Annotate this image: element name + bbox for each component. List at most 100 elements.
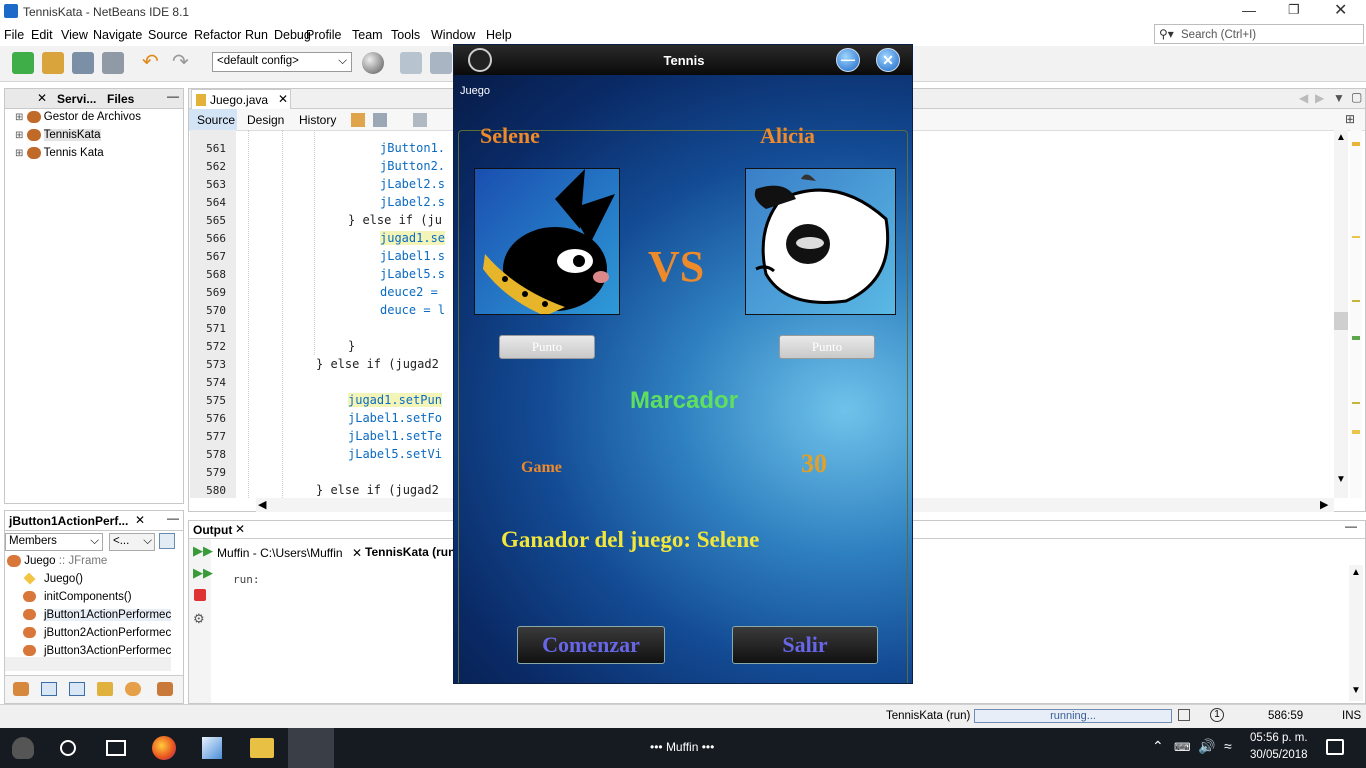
menu-source[interactable]: Source (148, 28, 188, 42)
undo-icon[interactable]: ↶ (142, 52, 164, 74)
scroll-down-icon[interactable]: ▼ (1336, 474, 1346, 485)
menu-refactor[interactable]: Refactor (194, 28, 241, 42)
nonpublic-filter-icon[interactable] (69, 682, 85, 696)
tree-item-gestor[interactable]: ⊞ Gestor de Archivos (15, 111, 141, 129)
save-all-icon[interactable] (102, 52, 124, 74)
tree-item-tenniskata[interactable]: ⊞ TennisKata (15, 129, 101, 147)
cube-app-icon[interactable] (202, 737, 222, 759)
start-button[interactable]: Comenzar (517, 626, 665, 664)
back-icon[interactable] (351, 113, 365, 127)
scroll-up-icon[interactable]: ▲ (1336, 132, 1346, 143)
static-filter-icon[interactable] (41, 682, 57, 696)
navigator-scrollbar[interactable] (5, 657, 171, 671)
navigator-title[interactable]: jButton1ActionPerf... (9, 514, 128, 528)
scroll-left-icon[interactable]: ◀ (1299, 91, 1308, 105)
tab-source[interactable]: Source (189, 109, 237, 131)
close-icon[interactable]: ✕ (235, 522, 245, 536)
forward-icon[interactable] (373, 113, 387, 127)
search-input[interactable]: ⚲▾ Search (Ctrl+I) (1154, 24, 1364, 44)
close-dialog-button[interactable]: ✕ (876, 48, 900, 72)
open-project-icon[interactable] (72, 52, 94, 74)
player2-point-button[interactable]: Punto (779, 335, 875, 359)
lock-icon[interactable] (97, 682, 113, 696)
navigator-member[interactable]: jButton2ActionPerformec (23, 627, 171, 645)
build-icon[interactable] (362, 52, 384, 74)
menu-profile[interactable]: Profile (306, 28, 341, 42)
scroll-thumb[interactable] (1334, 312, 1348, 330)
file-explorer-icon[interactable] (250, 738, 274, 758)
show-hidden-icons[interactable]: ⌃ (1152, 738, 1164, 755)
minimize-panel-icon[interactable]: — (1345, 519, 1357, 533)
scroll-left-icon[interactable]: ◀ (258, 498, 266, 511)
start-icon[interactable] (12, 737, 34, 759)
minimize-dialog-button[interactable]: — (836, 48, 860, 72)
navigator-settings-icon[interactable] (159, 533, 175, 549)
settings-icon[interactable]: ⚙ (193, 611, 205, 627)
menu-view[interactable]: View (61, 28, 88, 42)
tab-juego-java[interactable]: Juego.java ✕ (191, 89, 291, 109)
hammer-icon[interactable] (400, 52, 422, 74)
output-title[interactable]: Output (193, 523, 232, 537)
tab-output-muffin[interactable]: Muffin - C:\Users\Muffin ✕ (217, 546, 362, 560)
navigator-root[interactable]: Juego :: JFrame (7, 555, 107, 573)
clock-date[interactable]: 30/05/2018 (1250, 749, 1308, 761)
editor-vertical-scrollbar[interactable]: ▲ ▼ (1334, 130, 1348, 498)
menu-tools[interactable]: Tools (391, 28, 420, 42)
rerun-icon[interactable]: ▶▶ (193, 543, 213, 559)
find-icon[interactable] (413, 113, 427, 127)
inherited-filter-icon[interactable] (125, 682, 141, 696)
menu-window[interactable]: Window (431, 28, 475, 42)
tab-history[interactable]: History (299, 113, 336, 127)
restore-window-button[interactable]: ❐ (1288, 2, 1300, 18)
close-icon[interactable]: ✕ (37, 91, 47, 105)
rerun-customized-icon[interactable]: ▶▶ (193, 565, 213, 581)
close-icon[interactable]: ✕ (278, 92, 288, 106)
navigator-member[interactable]: jButton1ActionPerformec (23, 609, 171, 627)
cortana-icon[interactable] (60, 740, 76, 756)
menu-edit[interactable]: Edit (31, 28, 53, 42)
scroll-right-icon[interactable]: ▶ (1315, 91, 1324, 105)
progress-bar[interactable]: running... (974, 709, 1172, 723)
navigator-member[interactable]: initComponents() (23, 591, 171, 609)
chevron-down-icon[interactable]: ▼ (1333, 91, 1345, 105)
navigator-member[interactable]: Juego() (23, 573, 171, 591)
action-center-icon[interactable] (1326, 739, 1344, 755)
split-editor-icon[interactable]: ⊞ (1345, 112, 1355, 126)
menu-run[interactable]: Run (245, 28, 268, 42)
task-view-icon[interactable] (106, 740, 126, 756)
minimize-window-button[interactable]: — (1242, 2, 1256, 18)
tab-services[interactable]: Servi... (57, 92, 96, 106)
scroll-down-icon[interactable]: ▼ (1351, 685, 1361, 696)
scroll-up-icon[interactable]: ▲ (1351, 567, 1361, 578)
cancel-task-icon[interactable] (1178, 709, 1190, 721)
status-task[interactable]: TennisKata (run) (886, 710, 970, 722)
notification-icon[interactable]: 1 (1210, 708, 1224, 722)
player1-point-button[interactable]: Punto (499, 335, 595, 359)
maximize-icon[interactable]: ▢ (1351, 90, 1362, 104)
scroll-right-icon[interactable]: ▶ (1320, 498, 1328, 511)
output-scrollbar[interactable]: ▲ ▼ (1349, 565, 1363, 701)
expand-icon[interactable]: ⊞ (15, 148, 23, 159)
tree-item-tennis-kata[interactable]: ⊞ Tennis Kata (15, 147, 104, 165)
close-icon[interactable]: ✕ (135, 513, 145, 527)
new-file-icon[interactable] (12, 52, 34, 74)
stop-icon[interactable] (194, 589, 206, 601)
close-window-button[interactable]: ✕ (1334, 0, 1347, 20)
menu-file[interactable]: File (4, 28, 24, 42)
fields-filter-icon[interactable] (13, 682, 29, 696)
sort-icon[interactable] (157, 682, 173, 696)
redo-icon[interactable]: ↷ (172, 52, 194, 74)
tab-output-tenniskata[interactable]: TennisKata (run (365, 545, 455, 559)
members-select[interactable]: Members ⌵ (5, 533, 103, 551)
minimize-panel-icon[interactable]: — (167, 511, 179, 525)
config-select[interactable]: <default config> ⌵ (212, 52, 352, 72)
clean-build-icon[interactable] (430, 52, 452, 74)
tab-files[interactable]: Files (107, 92, 134, 106)
keyboard-icon[interactable]: ⌨ (1174, 740, 1191, 754)
tab-design[interactable]: Design (247, 113, 284, 127)
minimize-panel-icon[interactable]: — (167, 89, 179, 103)
close-icon[interactable]: ✕ (352, 546, 362, 560)
expand-icon[interactable]: ⊞ (15, 112, 23, 123)
filter-select[interactable]: <... ⌵ (109, 533, 155, 551)
new-project-icon[interactable] (42, 52, 64, 74)
